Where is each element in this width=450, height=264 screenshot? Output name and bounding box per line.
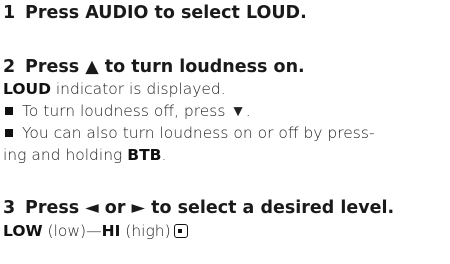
step-2-bullet-2-text: You can also turn loudness on or off by … xyxy=(22,124,375,142)
step-2-bullet-2-cont-end: . xyxy=(161,146,167,164)
square-bullet-icon xyxy=(5,106,13,115)
step-3-heading: 3 Press ◄ or ► to select a desired level. xyxy=(3,197,394,219)
step-2-number: 2 xyxy=(3,57,16,77)
step-1-heading: 1 Press AUDIO to select LOUD. xyxy=(3,2,307,24)
hi-label: HI xyxy=(101,222,121,240)
step-3-text: Press ◄ or ► to select a desired level. xyxy=(25,198,395,218)
hi-description: (high) xyxy=(120,222,171,240)
low-label: LOW xyxy=(3,222,43,240)
btb-label: BTB xyxy=(127,146,162,164)
step-2-result: LOUD indicator is displayed. xyxy=(3,79,226,99)
step-2-heading: 2 Press ▲ to turn loudness on. xyxy=(3,56,305,78)
step-2-bullet-1-text: To turn loudness off, press ▼. xyxy=(22,102,251,120)
step-2-bullet-2-cont-text: ing and holding xyxy=(3,146,128,164)
low-description: (low)— xyxy=(42,222,102,240)
step-1-number: 1 xyxy=(3,3,16,23)
step-2-text: Press ▲ to turn loudness on. xyxy=(25,57,305,77)
loud-indicator-label: LOUD xyxy=(3,80,51,98)
step-1-text: Press AUDIO to select LOUD. xyxy=(25,3,307,23)
step-2-bullet-2-continuation: ing and holding BTB. xyxy=(3,145,166,165)
step-3-number: 3 xyxy=(3,198,16,218)
end-of-section-icon xyxy=(173,224,188,238)
step-3-range: LOW (low)—HI (high) xyxy=(3,221,188,241)
step-2-result-text: indicator is displayed. xyxy=(50,80,226,98)
step-2-bullet-1: To turn loudness off, press ▼. xyxy=(3,101,251,121)
step-2-bullet-2: You can also turn loudness on or off by … xyxy=(3,123,375,143)
square-bullet-icon xyxy=(5,128,13,137)
